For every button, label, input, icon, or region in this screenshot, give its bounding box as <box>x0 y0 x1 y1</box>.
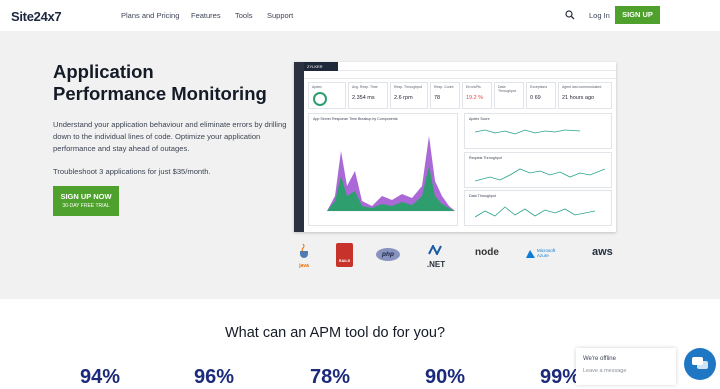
response-breakup-chart <box>327 136 455 212</box>
kpi-value: 2.6 rpm <box>394 95 413 101</box>
apdex-gauge-icon <box>313 92 327 106</box>
throughput-line-chart <box>475 168 605 182</box>
chat-bubble-icon <box>692 357 708 369</box>
panel-apdex-score: Apdex Score <box>464 113 612 149</box>
rails-logo: RAILS <box>336 243 353 267</box>
aws-logo: aws <box>592 246 613 258</box>
kpi-resp-count: Resp. Count 78 <box>430 82 460 109</box>
chat-widget[interactable]: We're offline Leave a message <box>576 348 676 385</box>
panel-title: Data Throughput <box>469 194 496 198</box>
signup-button[interactable]: SIGN UP <box>615 6 660 24</box>
dotnet-logo: .NET <box>425 242 447 269</box>
signup-now-button[interactable]: SIGN UP NOW 30-DAY FREE TRIAL <box>53 186 119 216</box>
node-logo: node <box>475 247 499 258</box>
azure-icon <box>526 250 535 258</box>
kpi-title: Exceptions <box>530 85 548 89</box>
java-cup-icon <box>300 243 308 258</box>
kpi-data-throughput: Data Throughput <box>494 82 524 109</box>
nav-features[interactable]: Features <box>191 11 221 20</box>
kpi-exceptions: Exceptions 0 69 <box>526 82 556 109</box>
site24x7-logo[interactable]: Site24x7 <box>11 9 62 24</box>
panel-title: App Server Response Time Breakup by Comp… <box>313 117 398 121</box>
dotnet-wave-icon <box>428 243 442 257</box>
dotnet-label: .NET <box>426 260 446 269</box>
top-nav: Site24x7 Plans and Pricing Features Tool… <box>0 0 720 31</box>
kpi-title: Resp. Count <box>434 85 454 89</box>
hero-description: Understand your application behaviour an… <box>53 120 287 153</box>
dashboard-toolbar <box>338 62 616 71</box>
azure-label: Microsoft Azure <box>537 248 556 258</box>
java-label: java <box>299 263 309 269</box>
kpi-title: Agent last communicated <box>562 85 602 89</box>
apdex-line-chart <box>475 129 580 135</box>
kpi-title: Avg. Resp. Time <box>352 85 378 89</box>
chat-leave-message[interactable]: Leave a message <box>583 368 626 374</box>
stat-value: 96% <box>194 366 235 388</box>
kpi-agent-communicated: Agent last communicated 21 hours ago <box>558 82 612 109</box>
php-logo: php <box>376 248 400 261</box>
stat-value: 78% <box>310 366 351 388</box>
stat-value: 94% <box>80 366 121 388</box>
stat-value: 99% <box>540 366 581 388</box>
hero-title-line2: Performance Monitoring <box>53 83 267 104</box>
tech-logos-row: java RAILS php .NET node Microsoft Azure… <box>294 242 616 272</box>
kpi-avg-response: Avg. Resp. Time 2.354 ms <box>348 82 388 109</box>
panel-title: Apdex Score <box>469 117 490 121</box>
dashboard-sidebar <box>294 62 304 232</box>
nav-tools[interactable]: Tools <box>235 11 253 20</box>
kpi-title: Apdex <box>312 85 322 89</box>
free-trial-label: 30-DAY FREE TRIAL <box>62 203 110 209</box>
panel-title: Request Throughput <box>469 156 502 160</box>
kpi-errors: Errors/Rs 19.2 % <box>462 82 492 109</box>
dashboard-tabs <box>304 72 616 79</box>
section-title: What can an APM tool do for you? <box>224 325 446 341</box>
hero-title-line1: Application <box>53 61 154 82</box>
nav-support[interactable]: Support <box>267 11 293 20</box>
signup-now-label: SIGN UP NOW <box>60 192 112 201</box>
panel-data-throughput: Data Throughput <box>464 190 612 226</box>
panel-request-throughput: Request Throughput <box>464 152 612 188</box>
dashboard-app-name: ZYLKER <box>304 62 338 71</box>
hero-troubleshoot-text: Troubleshoot 3 applications for just $35… <box>53 167 211 176</box>
login-link[interactable]: Log In <box>589 11 610 20</box>
search-icon[interactable] <box>565 10 575 20</box>
kpi-title: Resp. Throughput <box>394 85 422 89</box>
kpi-throughput: Resp. Throughput 2.6 rpm <box>390 82 428 109</box>
hero-title: Application Performance Monitoring <box>53 61 267 105</box>
chat-button[interactable] <box>684 348 716 380</box>
kpi-apdex: Apdex <box>308 82 346 109</box>
java-logo: java <box>294 242 314 269</box>
stat-value: 90% <box>425 366 466 388</box>
kpi-title: Errors/Rs <box>466 85 481 89</box>
kpi-value: 21 hours ago <box>562 95 595 101</box>
data-throughput-line-chart <box>475 206 595 218</box>
kpi-value: 2.354 ms <box>352 95 375 101</box>
kpi-value: 0 69 <box>530 95 541 101</box>
kpi-title: Data Throughput <box>498 85 516 93</box>
chat-status: We're offline <box>583 356 616 362</box>
nav-plans-pricing[interactable]: Plans and Pricing <box>121 11 179 20</box>
panel-response-breakup: App Server Response Time Breakup by Comp… <box>308 113 458 226</box>
kpi-value: 78 <box>434 95 441 101</box>
kpi-value: 19.2 % <box>466 95 484 101</box>
apm-dashboard-preview: ZYLKER Apdex Avg. Resp. Time 2.354 ms Re… <box>294 62 616 232</box>
